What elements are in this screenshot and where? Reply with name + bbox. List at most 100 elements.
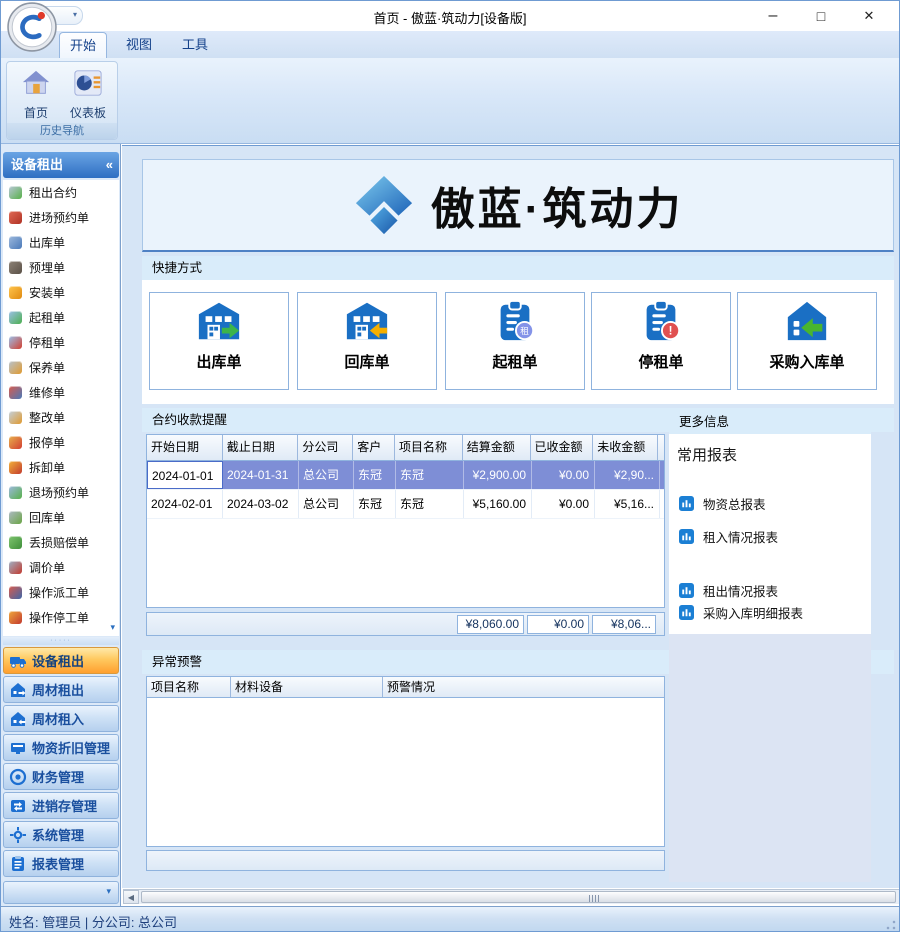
nav-inventory-management[interactable]: 进销存管理 xyxy=(3,792,119,819)
scroll-down-icon[interactable] xyxy=(110,622,115,633)
nav-system-management[interactable]: 系统管理 xyxy=(3,821,119,848)
scrollbar-thumb[interactable] xyxy=(141,891,896,903)
sidebar-item-outbound[interactable]: 出库单 xyxy=(3,230,119,255)
col-material-equipment[interactable]: 材料设备 xyxy=(231,677,383,697)
shortcut-rent-start[interactable]: 租 起租单 xyxy=(445,292,585,390)
ribbon-group-history-nav: 首页 仪表板 历史导航 xyxy=(6,61,118,140)
report-link-rent-out[interactable]: 租出情况报表 xyxy=(679,581,778,600)
report-chart-icon xyxy=(679,605,694,620)
col-unreceived-amount[interactable]: 未收金额 xyxy=(593,435,658,460)
col-settle-amount[interactable]: 结算金额 xyxy=(463,435,531,460)
total-settle: ¥8,060.00 xyxy=(457,615,524,634)
shortcuts-body: 出库单 回库单 租 起租单 ! 停租单 xyxy=(142,280,894,404)
nav-material-rental-in[interactable]: 周材租入 xyxy=(3,705,119,732)
chevron-down-icon[interactable] xyxy=(106,886,111,897)
report-link-rent-in[interactable]: 租入情况报表 xyxy=(679,527,778,546)
horizontal-scrollbar[interactable] xyxy=(123,889,899,904)
col-start-date[interactable]: 开始日期 xyxy=(147,435,223,460)
payments-grid-head: 开始日期 截止日期 分公司 客户 项目名称 结算金额 已收金额 未收金额 xyxy=(147,435,664,461)
shortcut-purchase-inbound[interactable]: 采购入库单 xyxy=(737,292,877,390)
sidebar-configure-strip[interactable] xyxy=(3,881,119,904)
sidebar-item-rental-contract[interactable]: 租出合约 xyxy=(3,180,119,205)
tab-start[interactable]: 开始 xyxy=(59,32,107,58)
sidebar-item-return-warehouse[interactable]: 回库单 xyxy=(3,505,119,530)
tab-view[interactable]: 视图 xyxy=(115,32,163,58)
purchase-in-icon xyxy=(784,298,830,349)
status-bar: 姓名: 管理员 | 分公司: 总公司 xyxy=(1,906,899,932)
sidebar-item-dispatch-work[interactable]: 操作派工单 xyxy=(3,580,119,605)
svg-text:租: 租 xyxy=(520,326,529,336)
sidebar-item-price-adjust[interactable]: 调价单 xyxy=(3,555,119,580)
sidebar-item-report-stop[interactable]: 报停单 xyxy=(3,430,119,455)
alerts-footer-bar xyxy=(146,850,665,871)
truck-return-icon xyxy=(9,511,22,524)
sidebar-item-entry-reservation[interactable]: 进场预约单 xyxy=(3,205,119,230)
scroll-left-icon[interactable] xyxy=(123,890,139,904)
extra-column xyxy=(658,435,664,460)
sidebar-item-rent-stop[interactable]: 停租单 xyxy=(3,330,119,355)
sidebar-item-maintenance[interactable]: 保养单 xyxy=(3,355,119,380)
col-end-date[interactable]: 截止日期 xyxy=(223,435,299,460)
minimize-button[interactable] xyxy=(749,1,797,31)
home-button-label: 首页 xyxy=(11,104,61,121)
dashboard-button-label: 仪表板 xyxy=(63,104,113,121)
sidebar-title: 设备租出 xyxy=(11,157,63,172)
nav-finance-management[interactable]: 财务管理 xyxy=(3,763,119,790)
col-project[interactable]: 项目名称 xyxy=(395,435,463,460)
shortcut-return-warehouse[interactable]: 回库单 xyxy=(297,292,437,390)
resize-grip[interactable] xyxy=(886,920,896,930)
report-link-material-summary[interactable]: 物资总报表 xyxy=(679,494,766,513)
sidebar-item-dismantle[interactable]: 拆卸单 xyxy=(3,455,119,480)
shortcut-outbound[interactable]: 出库单 xyxy=(149,292,289,390)
shovel-icon xyxy=(9,261,22,274)
close-button[interactable] xyxy=(845,1,893,31)
sidebar-item-install[interactable]: 安装单 xyxy=(3,280,119,305)
rent-stop-clipboard-icon: ! xyxy=(638,298,684,349)
sidebar-item-clipped[interactable]: 交接前检查 xyxy=(3,630,119,636)
sidebar-splitter[interactable] xyxy=(3,637,119,645)
sidebar-nav: 设备租出 周材租出 周材租入 物资折旧管理 财务管理 进销存管理 xyxy=(3,647,119,879)
table-row[interactable]: 2024-01-01 2024-01-31 总公司 东冠 东冠 ¥2,900.0… xyxy=(147,461,664,490)
sidebar-item-pre-embed[interactable]: 预埋单 xyxy=(3,255,119,280)
nav-report-management[interactable]: 报表管理 xyxy=(3,850,119,877)
app-logo-icon xyxy=(7,2,57,52)
report-chart-icon xyxy=(679,529,694,544)
ribbon-group-label: 历史导航 xyxy=(7,123,117,139)
brand-name: 傲蓝·筑动力 xyxy=(431,173,684,237)
chevron-down-icon[interactable] xyxy=(73,10,77,19)
dismantle-helmet-icon xyxy=(9,461,22,474)
sidebar-item-rent-start[interactable]: 起租单 xyxy=(3,305,119,330)
dashboard-button[interactable]: 仪表板 xyxy=(63,66,113,124)
sidebar-item-loss-compensation[interactable]: 丢损赔偿单 xyxy=(3,530,119,555)
col-warning-status[interactable]: 预警情况 xyxy=(383,677,664,697)
tab-tools[interactable]: 工具 xyxy=(171,32,219,58)
helmet-icon xyxy=(9,286,22,299)
shortcut-rent-stop[interactable]: ! 停租单 xyxy=(591,292,731,390)
col-received-amount[interactable]: 已收金额 xyxy=(531,435,594,460)
stop-work-icon xyxy=(9,611,22,624)
payments-grid: 开始日期 截止日期 分公司 客户 项目名称 结算金额 已收金额 未收金额 202… xyxy=(146,434,665,608)
sidebar-header: 设备租出 xyxy=(3,152,119,178)
home-button[interactable]: 首页 xyxy=(11,66,61,124)
sidebar-item-stop-work[interactable]: 操作停工单 xyxy=(3,605,119,630)
nav-material-rental-out[interactable]: 周材租出 xyxy=(3,676,119,703)
report-stop-icon xyxy=(9,436,22,449)
system-gear-icon xyxy=(9,826,27,844)
sidebar-item-rectify[interactable]: 整改单 xyxy=(3,405,119,430)
total-received: ¥0.00 xyxy=(527,615,589,634)
col-project-name[interactable]: 项目名称 xyxy=(147,677,231,697)
collapse-icon[interactable] xyxy=(106,152,113,178)
nav-depreciation-management[interactable]: 物资折旧管理 xyxy=(3,734,119,761)
nav-equipment-rental[interactable]: 设备租出 xyxy=(3,647,119,674)
maximize-button[interactable] xyxy=(797,1,845,31)
report-link-purchase-detail[interactable]: 采购入库明细报表 xyxy=(679,603,803,622)
sidebar-item-exit-reservation[interactable]: 退场预约单 xyxy=(3,480,119,505)
table-row[interactable]: 2024-02-01 2024-03-02 总公司 东冠 东冠 ¥5,160.0… xyxy=(147,490,664,519)
house-out-icon xyxy=(9,681,27,699)
app-menu-orb[interactable] xyxy=(7,2,57,52)
col-customer[interactable]: 客户 xyxy=(353,435,395,460)
sidebar-item-repair[interactable]: 维修单 xyxy=(3,380,119,405)
more-info-header: 更多信息 xyxy=(669,410,871,434)
rectify-form-icon xyxy=(9,411,22,424)
col-branch[interactable]: 分公司 xyxy=(298,435,353,460)
